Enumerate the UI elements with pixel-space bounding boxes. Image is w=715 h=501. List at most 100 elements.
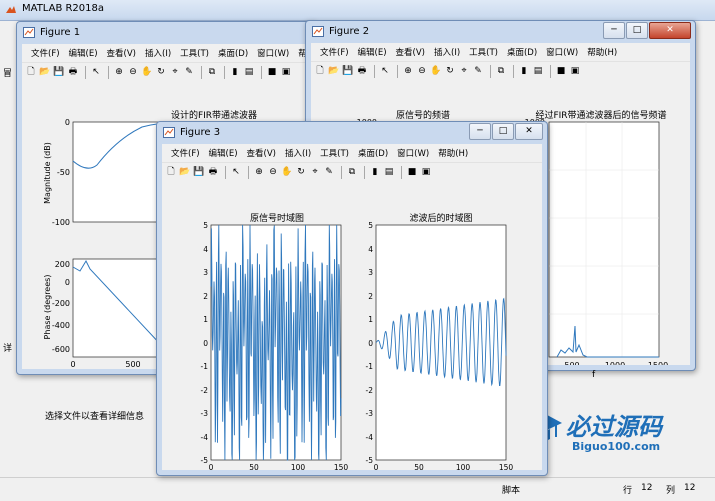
- save-icon[interactable]: 💾: [193, 166, 205, 178]
- toolbar-separator: [341, 165, 342, 179]
- fig1-phase-xtick: 500: [125, 360, 140, 369]
- open-file-icon[interactable]: 📂: [179, 166, 191, 178]
- rotate-icon[interactable]: ↻: [444, 65, 456, 77]
- menu-desktop[interactable]: 桌面(D): [218, 47, 248, 59]
- dock-icon[interactable]: ▣: [280, 66, 292, 78]
- save-icon[interactable]: 💾: [53, 66, 65, 78]
- zoom-out-icon[interactable]: ⊖: [416, 65, 428, 77]
- side-letter: 冒: [3, 69, 13, 79]
- close-button[interactable]: ✕: [649, 22, 691, 39]
- link-plot-icon[interactable]: ⧉: [495, 65, 507, 77]
- figure-1-menubar: 文件(F) 编辑(E) 查看(V) 插入(I) 工具(T) 桌面(D) 窗口(W…: [22, 44, 315, 62]
- colorbar-icon[interactable]: ▮: [369, 166, 381, 178]
- fig3-xtick: 100: [456, 463, 471, 470]
- pointer-icon[interactable]: ↖: [90, 66, 102, 78]
- hide-tools-icon[interactable]: ■: [266, 66, 278, 78]
- brush-icon[interactable]: ✎: [323, 166, 335, 178]
- fig3-ytick: 0: [368, 339, 373, 348]
- menu-window[interactable]: 窗口(W): [257, 47, 289, 59]
- maximize-button[interactable]: □: [626, 22, 648, 39]
- menu-view[interactable]: 查看(V): [247, 147, 276, 159]
- new-figure-icon[interactable]: 🗋: [314, 65, 326, 77]
- link-plot-icon[interactable]: ⧉: [206, 66, 218, 78]
- menu-edit[interactable]: 编辑(E): [209, 147, 238, 159]
- fig3-xtick: 150: [499, 463, 514, 470]
- hide-tools-icon[interactable]: ■: [555, 65, 567, 77]
- menu-insert[interactable]: 插入(I): [145, 47, 171, 59]
- menu-view[interactable]: 查看(V): [107, 47, 136, 59]
- minimize-button[interactable]: ─: [603, 22, 625, 39]
- save-icon[interactable]: 💾: [342, 65, 354, 77]
- fig1-ytick: -50: [57, 168, 70, 177]
- link-plot-icon[interactable]: ⧉: [346, 166, 358, 178]
- figure-1-title: Figure 1: [40, 27, 81, 38]
- minimize-button[interactable]: ─: [469, 123, 491, 140]
- brush-icon[interactable]: ✎: [183, 66, 195, 78]
- menu-help[interactable]: 帮助(H): [587, 46, 617, 58]
- fig3-ytick: 5: [368, 221, 373, 230]
- menu-insert[interactable]: 插入(I): [434, 46, 460, 58]
- colorbar-icon[interactable]: ▮: [518, 65, 530, 77]
- zoom-out-icon[interactable]: ⊖: [267, 166, 279, 178]
- menu-view[interactable]: 查看(V): [396, 46, 425, 58]
- zoom-in-icon[interactable]: ⊕: [253, 166, 265, 178]
- new-figure-icon[interactable]: 🗋: [25, 66, 37, 78]
- menu-insert[interactable]: 插入(I): [285, 147, 311, 159]
- figure-3-window[interactable]: Figure 3 ─ □ ✕ 文件(F) 编辑(E) 查看(V) 插入(I) 工…: [156, 121, 548, 476]
- pan-icon[interactable]: ✋: [141, 66, 153, 78]
- new-figure-icon[interactable]: 🗋: [165, 166, 177, 178]
- zoom-in-icon[interactable]: ⊕: [113, 66, 125, 78]
- dock-icon[interactable]: ▣: [420, 166, 432, 178]
- legend-icon[interactable]: ▤: [532, 65, 544, 77]
- figure-2-titlebar[interactable]: Figure 2 ─ □ ✕: [306, 21, 695, 43]
- dock-icon[interactable]: ▣: [569, 65, 581, 77]
- menu-file[interactable]: 文件(F): [171, 147, 200, 159]
- zoom-out-icon[interactable]: ⊖: [127, 66, 139, 78]
- print-icon[interactable]: 🖶: [67, 66, 79, 78]
- fig3-ytick: -4: [366, 433, 374, 442]
- fig3-ytick: -2: [366, 386, 374, 395]
- menu-desktop[interactable]: 桌面(D): [358, 147, 388, 159]
- menu-tools[interactable]: 工具(T): [320, 147, 349, 159]
- fig1-ytick: 0: [65, 118, 70, 127]
- menu-edit[interactable]: 编辑(E): [69, 47, 98, 59]
- rotate-icon[interactable]: ↻: [155, 66, 167, 78]
- colorbar-icon[interactable]: ▮: [229, 66, 241, 78]
- data-cursor-icon[interactable]: ⌖: [458, 65, 470, 77]
- print-icon[interactable]: 🖶: [356, 65, 368, 77]
- figure-icon: [23, 27, 35, 38]
- menu-file[interactable]: 文件(F): [320, 46, 349, 58]
- figure-1-toolbar: 🗋 📂 💾 🖶 ↖ ⊕ ⊖ ✋ ↻ ⌖ ✎ ⧉ ▮ ▤ ■ ▣: [22, 62, 310, 82]
- figure-3-titlebar[interactable]: Figure 3 ─ □ ✕: [157, 122, 547, 144]
- menu-edit[interactable]: 编辑(E): [358, 46, 387, 58]
- data-cursor-icon[interactable]: ⌖: [169, 66, 181, 78]
- open-file-icon[interactable]: 📂: [328, 65, 340, 77]
- pan-icon[interactable]: ✋: [281, 166, 293, 178]
- legend-icon[interactable]: ▤: [243, 66, 255, 78]
- zoom-in-icon[interactable]: ⊕: [402, 65, 414, 77]
- menu-tools[interactable]: 工具(T): [180, 47, 209, 59]
- menu-desktop[interactable]: 桌面(D): [507, 46, 537, 58]
- menu-file[interactable]: 文件(F): [31, 47, 60, 59]
- maximize-button[interactable]: □: [492, 123, 514, 140]
- menu-help[interactable]: 帮助(H): [438, 147, 468, 159]
- data-cursor-icon[interactable]: ⌖: [309, 166, 321, 178]
- legend-icon[interactable]: ▤: [383, 166, 395, 178]
- open-file-icon[interactable]: 📂: [39, 66, 51, 78]
- pan-icon[interactable]: ✋: [430, 65, 442, 77]
- menu-window[interactable]: 窗口(W): [397, 147, 429, 159]
- menu-tools[interactable]: 工具(T): [469, 46, 498, 58]
- pointer-icon[interactable]: ↖: [230, 166, 242, 178]
- figure-1-titlebar[interactable]: Figure 1: [17, 22, 315, 44]
- status-col-label: 列: [666, 486, 676, 496]
- fig1-phase-ytick: -600: [52, 345, 70, 354]
- brush-icon[interactable]: ✎: [472, 65, 484, 77]
- pointer-icon[interactable]: ↖: [379, 65, 391, 77]
- print-icon[interactable]: 🖶: [207, 166, 219, 178]
- close-button[interactable]: ✕: [515, 123, 543, 140]
- fig1-phase-ytick: -200: [52, 299, 70, 308]
- rotate-icon[interactable]: ↻: [295, 166, 307, 178]
- menu-window[interactable]: 窗口(W): [546, 46, 578, 58]
- fig3-xtick: 0: [209, 463, 214, 470]
- hide-tools-icon[interactable]: ■: [406, 166, 418, 178]
